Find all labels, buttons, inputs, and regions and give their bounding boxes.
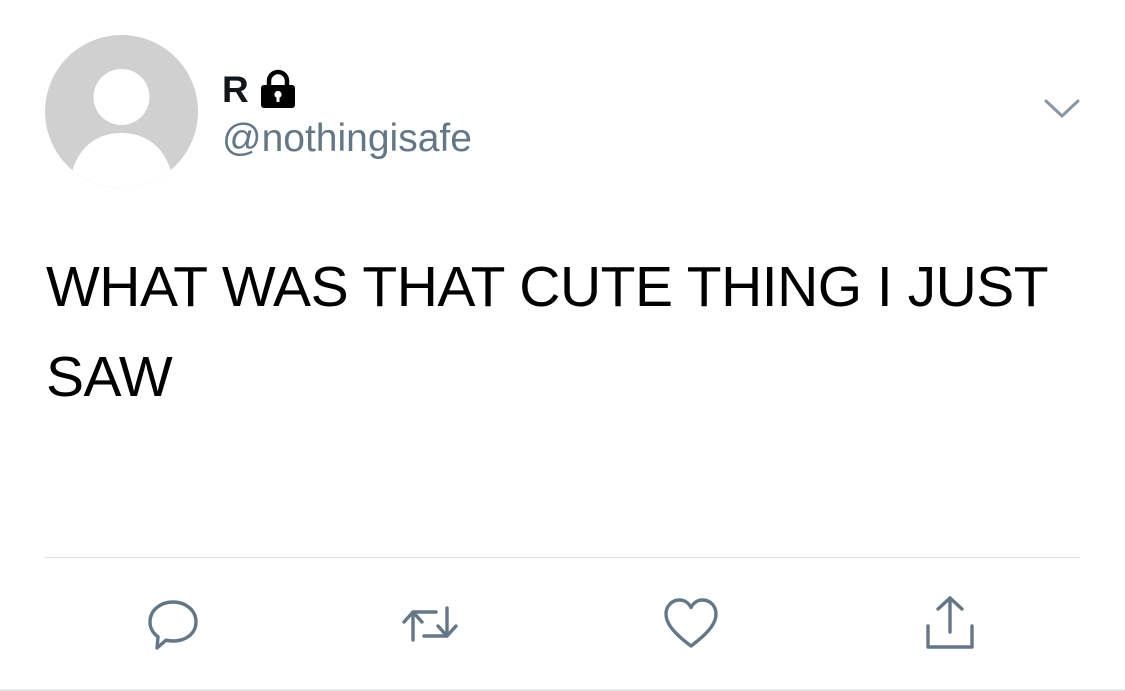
- retweet-button[interactable]: [398, 592, 462, 656]
- heart-icon: [664, 598, 718, 648]
- share-icon: [926, 596, 974, 649]
- user-handle[interactable]: @nothingisafe: [222, 117, 472, 161]
- display-name[interactable]: R: [222, 71, 249, 108]
- tweet-text: WHAT WAS THAT CUTE THING I JUST SAW: [46, 255, 1048, 409]
- retweet-icon: [402, 606, 458, 642]
- reply-icon: [148, 600, 198, 650]
- divider: [45, 557, 1080, 558]
- chevron-down-icon[interactable]: [1040, 92, 1084, 124]
- default-avatar-icon: [45, 35, 198, 188]
- reply-button[interactable]: [141, 592, 205, 656]
- share-button[interactable]: [918, 592, 982, 656]
- avatar[interactable]: [45, 35, 198, 188]
- display-name-row: R: [222, 64, 299, 114]
- like-button[interactable]: [659, 592, 723, 656]
- lock-icon: [257, 68, 299, 110]
